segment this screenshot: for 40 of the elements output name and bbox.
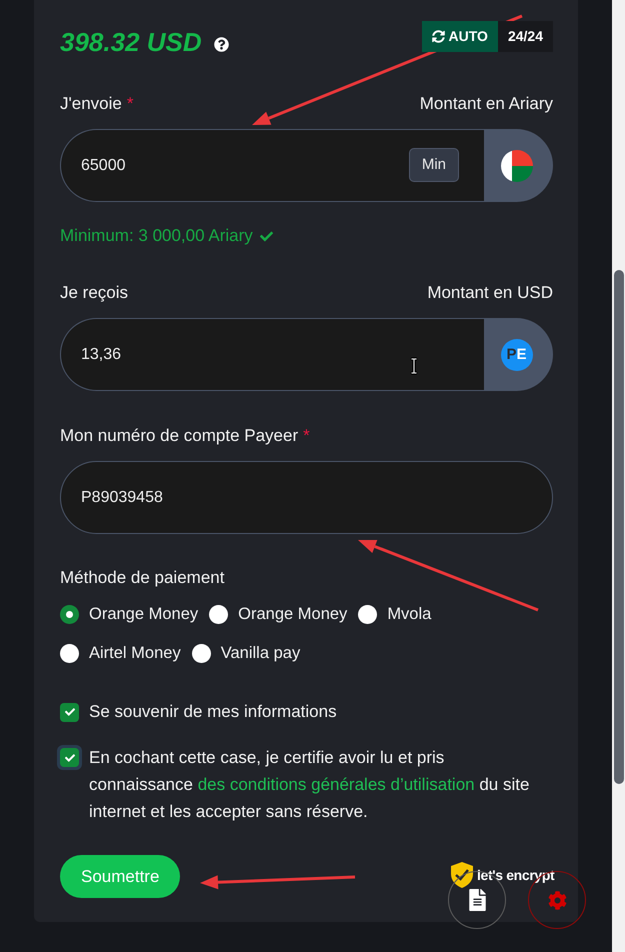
payment-method-label: Méthode de paiement — [60, 567, 226, 589]
help-icon[interactable] — [214, 36, 229, 52]
radio-button[interactable] — [60, 644, 79, 662]
radio-button[interactable] — [358, 604, 378, 624]
settings-icon — [548, 890, 566, 910]
terms-link[interactable]: des conditions générales d’utilisation — [198, 775, 475, 794]
text-cursor-icon — [410, 358, 418, 374]
checkbox-label: Se souvenir de mes informations — [89, 701, 337, 723]
unit-label: Montant en Ariary — [420, 93, 553, 115]
account-input[interactable]: P89039458 — [60, 461, 553, 534]
shield-check-icon — [451, 862, 473, 888]
min-button[interactable]: Min — [408, 148, 459, 182]
check-icon — [64, 707, 74, 717]
terms-text: En cochant cette case, je certifie avoir lu et pris connaissance des conditions générales d’utilisation du site internet et les accepter sans réserve. — [89, 747, 530, 823]
radio-button[interactable] — [192, 644, 211, 662]
radio-option[interactable]: Mvola — [358, 602, 432, 626]
document-button[interactable] — [448, 871, 506, 929]
field-label: J'envoie * — [60, 93, 134, 115]
mode-text: AUTO — [448, 27, 488, 46]
amount-input[interactable]: 13,36 — [60, 318, 484, 391]
radio-option[interactable]: Orange Money — [60, 602, 198, 626]
radio-option[interactable]: Orange Money — [209, 602, 348, 626]
flag-icon — [500, 150, 532, 182]
radio-option[interactable]: Airtel Money — [60, 641, 181, 665]
ssl-label: let's encrypt — [477, 866, 554, 885]
hours-badge: 24/24 — [498, 21, 553, 52]
field-label: Je reçois — [60, 282, 128, 304]
unit-label: Montant en USD — [427, 282, 553, 304]
payeer-logo: PE — [500, 338, 532, 370]
minimum-note: Minimum: 3 000,00 Ariary — [60, 225, 253, 247]
checkbox[interactable] — [60, 702, 79, 722]
field-label: Mon numéro de compte Payeer * — [60, 425, 310, 447]
document-icon — [468, 889, 486, 911]
radio-button[interactable] — [60, 604, 79, 624]
balance-amount: 398.32 USD — [60, 26, 202, 59]
refresh-icon — [432, 30, 445, 43]
check-icon — [64, 752, 74, 762]
radio-option[interactable]: Vanilla pay — [192, 641, 300, 665]
radio-button[interactable] — [209, 604, 228, 624]
scrollbar-thumb[interactable] — [614, 270, 624, 784]
